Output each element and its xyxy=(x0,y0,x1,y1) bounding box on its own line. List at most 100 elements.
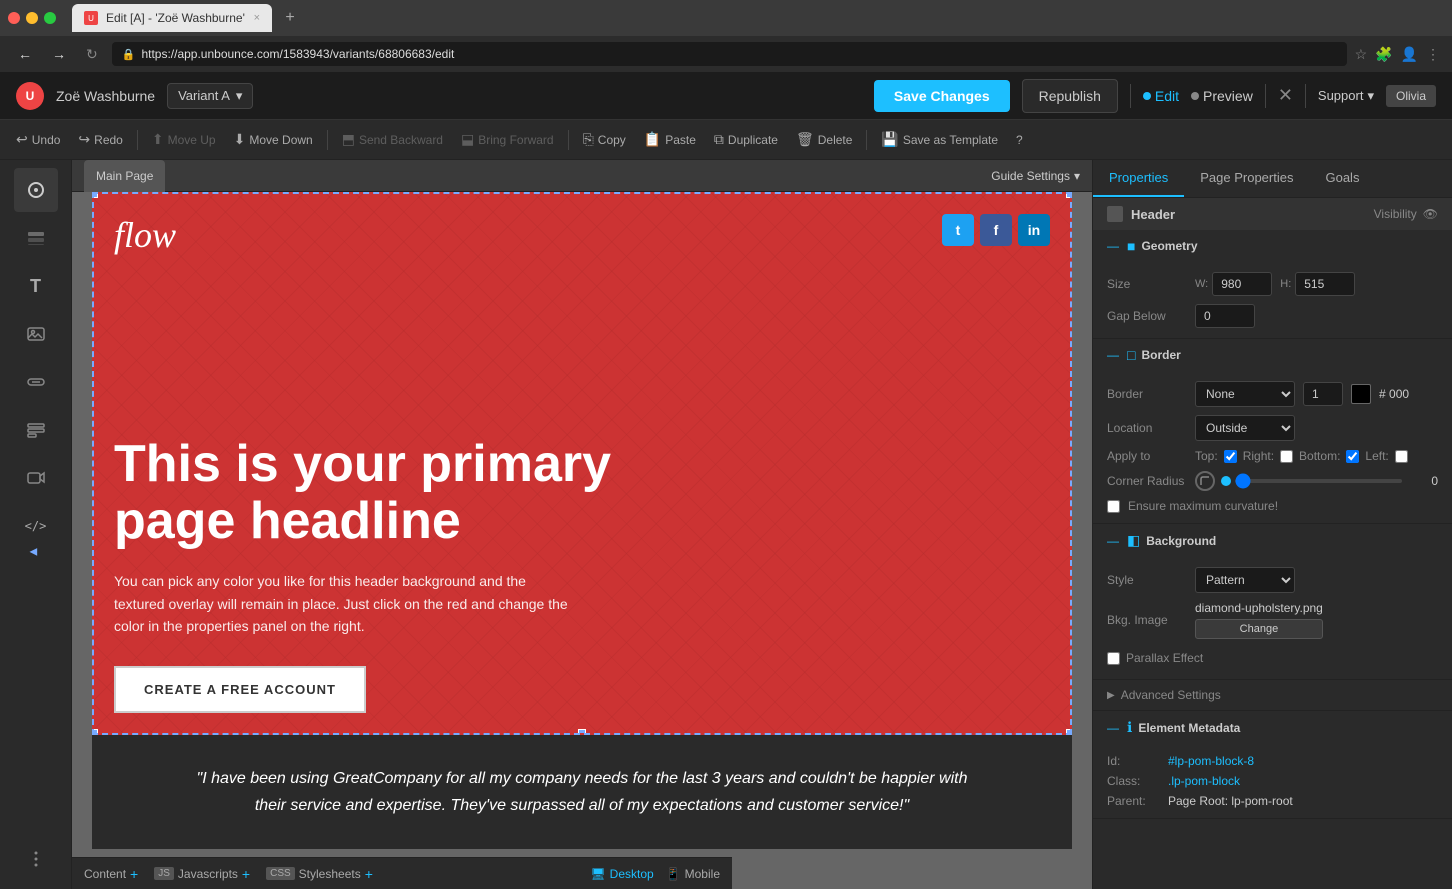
edit-mode-button[interactable]: Edit xyxy=(1143,88,1179,104)
more-tool[interactable] xyxy=(14,837,58,881)
code-tool[interactable]: </> xyxy=(14,504,58,548)
panel-tabs: Properties Page Properties Goals xyxy=(1093,160,1452,198)
guide-settings-chevron-icon: ▾ xyxy=(1074,169,1080,183)
tab-properties[interactable]: Properties xyxy=(1093,160,1184,197)
border-style-select[interactable]: None Solid Dashed Dotted xyxy=(1195,381,1295,407)
corner-radius-icon[interactable] xyxy=(1195,471,1215,491)
reload-button[interactable]: ↻ xyxy=(80,44,104,65)
select-tool[interactable] xyxy=(14,168,58,212)
forward-button[interactable]: → xyxy=(46,44,72,64)
meta-id-row: Id: #lp-pom-block-8 xyxy=(1107,754,1438,768)
parallax-checkbox[interactable] xyxy=(1107,652,1120,665)
republish-button[interactable]: Republish xyxy=(1022,79,1118,113)
undo-button[interactable]: ↩ Undo xyxy=(8,127,68,152)
bring-forward-label: Bring Forward xyxy=(478,133,553,147)
content-button[interactable]: Content + xyxy=(84,866,138,882)
bg-style-select[interactable]: Pattern Solid Color Image xyxy=(1195,567,1295,593)
mobile-toggle[interactable]: 📱 Mobile xyxy=(666,867,720,881)
image-tool[interactable] xyxy=(14,312,58,356)
twitter-icon[interactable]: t xyxy=(942,214,974,246)
corner-slider-thumb[interactable] xyxy=(1221,476,1231,486)
button-tool[interactable] xyxy=(14,360,58,404)
advanced-header[interactable]: ▶ Advanced Settings xyxy=(1093,680,1452,710)
logo-text[interactable]: flow xyxy=(114,214,1050,256)
tab-page-properties[interactable]: Page Properties xyxy=(1184,160,1309,197)
gap-input[interactable] xyxy=(1195,304,1255,328)
video-tool[interactable] xyxy=(14,456,58,500)
background-header[interactable]: — ◧ Background xyxy=(1093,524,1452,557)
new-tab-button[interactable]: + xyxy=(276,4,304,32)
send-backward-button[interactable]: ⬒ Send Backward xyxy=(334,127,451,152)
back-button[interactable]: ← xyxy=(12,44,38,64)
collapse-sidebar-icon[interactable]: ◀ xyxy=(30,547,38,558)
save-template-button[interactable]: 💾 Save as Template xyxy=(873,127,1006,152)
redo-icon: ↪ xyxy=(78,131,90,148)
guide-settings-button[interactable]: Guide Settings ▾ xyxy=(991,169,1080,183)
border-header[interactable]: — □ Border xyxy=(1093,339,1452,371)
move-up-label: Move Up xyxy=(168,133,216,147)
right-checkbox[interactable] xyxy=(1280,450,1293,463)
right-panel: Properties Page Properties Goals Header … xyxy=(1092,160,1452,889)
width-input[interactable] xyxy=(1212,272,1272,296)
user-avatar[interactable]: Olivia xyxy=(1386,85,1436,107)
linkedin-icon[interactable]: in xyxy=(1018,214,1050,246)
change-image-button[interactable]: Change xyxy=(1195,619,1323,639)
text-tool[interactable]: T xyxy=(14,264,58,308)
maximize-dot[interactable] xyxy=(44,12,56,24)
main-page-tab[interactable]: Main Page xyxy=(84,160,165,192)
section-tool[interactable] xyxy=(14,216,58,260)
stylesheets-button[interactable]: CSS Stylesheets + xyxy=(266,866,373,882)
help-button[interactable]: ? xyxy=(1008,129,1031,151)
facebook-icon[interactable]: f xyxy=(980,214,1012,246)
geometry-header[interactable]: — ■ Geometry xyxy=(1093,230,1452,262)
top-checkbox[interactable] xyxy=(1224,450,1237,463)
header-close-button[interactable]: ✕ xyxy=(1278,85,1293,106)
form-tool[interactable] xyxy=(14,408,58,452)
extensions-icon[interactable]: 🧩 xyxy=(1375,46,1392,63)
visibility-control[interactable]: Visibility 👁 xyxy=(1374,207,1438,221)
bring-forward-button[interactable]: ⬓ Bring Forward xyxy=(453,127,562,152)
support-button[interactable]: Support ▾ xyxy=(1318,88,1374,104)
redo-button[interactable]: ↪ Redo xyxy=(70,127,130,152)
tab-close-icon[interactable]: × xyxy=(254,12,260,24)
move-down-button[interactable]: ⬇ Move Down xyxy=(226,127,321,152)
save-changes-button[interactable]: Save Changes xyxy=(874,80,1010,112)
preview-mode-button[interactable]: Preview xyxy=(1191,88,1253,104)
canvas-wrapper[interactable]: ◀ flow t f in This is your primary page … xyxy=(72,192,1092,889)
height-input[interactable] xyxy=(1295,272,1355,296)
meta-parent-row: Parent: Page Root: lp-pom-root xyxy=(1107,794,1438,808)
minimize-dot[interactable] xyxy=(26,12,38,24)
id-label: Id: xyxy=(1107,754,1162,768)
border-thickness-input[interactable] xyxy=(1303,382,1343,406)
account-icon[interactable]: 👤 xyxy=(1401,46,1418,63)
cta-button[interactable]: CREATE A FREE ACCOUNT xyxy=(114,666,366,713)
border-color-value: # 000 xyxy=(1379,387,1409,401)
browser-tab[interactable]: U Edit [A] - 'Zoë Washburne' × xyxy=(72,4,272,32)
body-text[interactable]: You can pick any color you like for this… xyxy=(114,570,574,637)
browser-tab-bar: U Edit [A] - 'Zoë Washburne' × + xyxy=(0,0,1452,36)
corner-radius-slider[interactable] xyxy=(1235,479,1402,483)
paste-button[interactable]: 📋 Paste xyxy=(636,127,704,152)
bottom-checkbox[interactable] xyxy=(1346,450,1359,463)
url-box[interactable]: 🔒 https://app.unbounce.com/1583943/varia… xyxy=(112,42,1347,66)
header-section[interactable]: ◀ flow t f in This is your primary page … xyxy=(92,192,1072,735)
duplicate-label: Duplicate xyxy=(728,133,778,147)
desktop-toggle[interactable]: 🖥 Desktop xyxy=(590,867,653,881)
metadata-header[interactable]: — ℹ Element Metadata xyxy=(1093,711,1452,744)
variant-selector[interactable]: Variant A ▾ xyxy=(167,83,253,109)
delete-button[interactable]: 🗑 Delete xyxy=(788,127,860,152)
move-up-button[interactable]: ⬆ Move Up xyxy=(144,127,224,152)
page-headline[interactable]: This is your primary page headline xyxy=(114,436,614,550)
border-color-swatch[interactable] xyxy=(1351,384,1371,404)
menu-icon[interactable]: ⋮ xyxy=(1426,46,1440,63)
curvature-checkbox[interactable] xyxy=(1107,500,1120,513)
tab-goals[interactable]: Goals xyxy=(1309,160,1375,197)
duplicate-button[interactable]: ⧉ Duplicate xyxy=(706,127,786,152)
javascripts-button[interactable]: JS Javascripts + xyxy=(154,866,250,882)
close-dot[interactable] xyxy=(8,12,20,24)
star-icon[interactable]: ☆ xyxy=(1355,46,1368,63)
copy-button[interactable]: ⎘ Copy xyxy=(575,127,634,152)
left-checkbox[interactable] xyxy=(1395,450,1408,463)
border-body: Border None Solid Dashed Dotted # 000 Lo… xyxy=(1093,371,1452,523)
location-select[interactable]: Outside Inside Center xyxy=(1195,415,1295,441)
